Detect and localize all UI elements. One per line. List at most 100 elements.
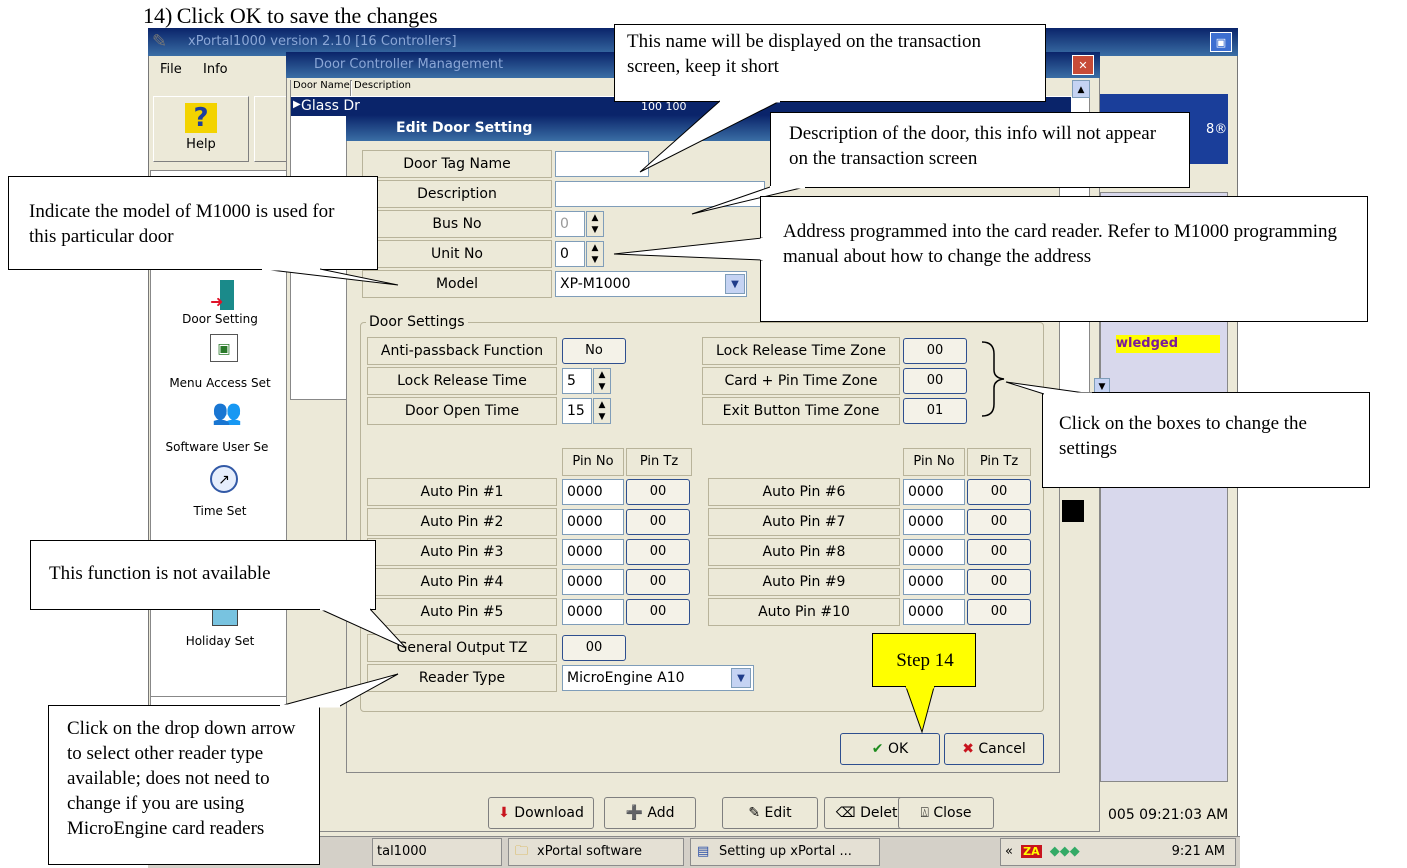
sidebar-item-menu-access[interactable]: Menu Access Set <box>150 376 290 390</box>
edit-button[interactable]: ✎ Edit <box>722 797 818 829</box>
cancel-button[interactable]: ✖ Cancel <box>944 733 1044 765</box>
auto-pin-number[interactable]: 0000 <box>903 569 965 595</box>
model-dropdown-arrow[interactable]: ▼ <box>725 274 745 294</box>
lock-release-spinner[interactable]: ▲ ▼ <box>593 368 611 394</box>
door-settings-title: Door Settings <box>366 314 468 330</box>
cp-tz-button[interactable]: 00 <box>903 368 967 394</box>
zonealarm-icon[interactable]: ZA <box>1021 845 1042 858</box>
auto-pin-tz-button[interactable]: 00 <box>967 569 1031 595</box>
auto-pin-tz-button[interactable]: 00 <box>626 569 690 595</box>
taskbar-item-label: Setting up xPortal ... <box>719 844 852 859</box>
auto-pin-number[interactable]: 0000 <box>562 569 624 595</box>
help-button[interactable]: ? Help <box>153 96 249 162</box>
door-tag-label: Door Tag Name <box>362 150 552 178</box>
bus-no-spinner[interactable]: ▲ ▼ <box>586 211 604 237</box>
unit-no-spinner[interactable]: ▲ ▼ <box>586 241 604 267</box>
auto-pin-tz-button[interactable]: 00 <box>967 599 1031 625</box>
unit-no-input[interactable]: 0 <box>555 241 585 267</box>
main-window-title: xPortal1000 version 2.10 [16 Controllers… <box>188 34 457 49</box>
auto-pin-tz-button[interactable]: 00 <box>626 599 690 625</box>
auto-pin-label: Auto Pin #6 <box>708 478 900 506</box>
software-user-icon: 👥 <box>212 398 242 426</box>
close-door-icon: ⍍ <box>920 805 929 821</box>
door-open-input[interactable]: 15 <box>562 398 592 424</box>
add-icon: ➕ <box>625 805 643 821</box>
callout-step-pointer <box>905 686 935 734</box>
add-label: Add <box>647 805 675 821</box>
maximize-button[interactable]: ▣ <box>1210 32 1232 52</box>
reader-type-select[interactable]: MicroEngine A10 <box>562 665 754 691</box>
close-label: Close <box>933 805 972 821</box>
callout-dropdown-pointer <box>279 673 399 708</box>
auto-pin-tz-button[interactable]: 00 <box>626 539 690 565</box>
download-label: Download <box>514 805 584 821</box>
download-button[interactable]: ⬇ Download <box>488 797 594 829</box>
auto-pin-number[interactable]: 0000 <box>562 539 624 565</box>
row-door-name: Glass Dr <box>301 98 360 114</box>
auto-pin-tz-button[interactable]: 00 <box>626 509 690 535</box>
auto-pin-number[interactable]: 0000 <box>903 509 965 535</box>
eb-tz-button[interactable]: 01 <box>903 398 967 424</box>
sidebar-item-time-set[interactable]: Time Set <box>150 504 290 518</box>
tray-expand-icon[interactable]: « <box>1005 844 1013 859</box>
lr-tz-button[interactable]: 00 <box>903 338 967 364</box>
menu-info[interactable]: Info <box>203 62 228 77</box>
auto-pin-number[interactable]: 0000 <box>903 599 965 625</box>
callout-address: Address programmed into the card reader.… <box>760 196 1368 322</box>
pin-no-header-left: Pin No <box>562 448 624 476</box>
auto-pin-tz-button[interactable]: 00 <box>967 539 1031 565</box>
auto-pin-number[interactable]: 0000 <box>903 539 965 565</box>
pin-tz-header-right: Pin Tz <box>967 448 1031 476</box>
auto-pin-tz-button[interactable]: 00 <box>967 479 1031 505</box>
antipassback-button[interactable]: No <box>562 338 626 364</box>
sidebar-item-door-setting[interactable]: Door Setting <box>150 312 290 326</box>
auto-pin-tz-button[interactable]: 00 <box>626 479 690 505</box>
clock-icon: ↗ <box>210 465 238 493</box>
brand-mark: 8® <box>1206 122 1228 137</box>
menu-access-icon: ▣ <box>210 334 238 362</box>
auto-pin-number[interactable]: 0000 <box>562 599 624 625</box>
lock-release-input[interactable]: 5 <box>562 368 592 394</box>
door-mgmt-close-button[interactable]: ✕ <box>1072 55 1094 75</box>
model-select[interactable]: XP-M1000 <box>555 271 747 297</box>
model-value: XP-M1000 <box>560 276 631 292</box>
folder-icon: 🗀 <box>515 844 529 859</box>
add-button[interactable]: ➕ Add <box>604 797 696 829</box>
auto-pin-number[interactable]: 0000 <box>562 479 624 505</box>
sidebar-item-software-user[interactable]: Software User Se <box>147 440 287 454</box>
unit-no-label: Unit No <box>362 240 552 268</box>
lr-tz-label: Lock Release Time Zone <box>702 337 900 365</box>
word-doc-icon: ▤ <box>697 844 710 859</box>
callout-not-available-pointer <box>319 608 407 649</box>
auto-pin-number[interactable]: 0000 <box>903 479 965 505</box>
reader-type-value: MicroEngine A10 <box>567 670 685 686</box>
callout-step-label: Step 14 <box>896 650 954 671</box>
callout-dropdown: Click on the drop down arrow to select o… <box>48 705 320 865</box>
sidebar-item-holiday-set[interactable]: Holiday Set <box>150 634 290 648</box>
menu-file[interactable]: File <box>160 62 182 77</box>
bus-no-input[interactable]: 0 <box>555 211 585 237</box>
grid-header-door-name[interactable]: Door Name <box>291 80 351 96</box>
reader-type-dropdown-arrow[interactable]: ▼ <box>731 668 751 688</box>
ok-button[interactable]: ✔ OK <box>840 733 940 765</box>
general-output-button[interactable]: 00 <box>562 635 626 661</box>
auto-pin-label: Auto Pin #4 <box>367 568 557 596</box>
door-open-spinner[interactable]: ▲ ▼ <box>593 398 611 424</box>
taskbar-item-folder[interactable]: 🗀 xPortal software <box>508 838 684 866</box>
callout-boxes-pointer <box>1005 381 1093 396</box>
door-mgmt-title: Door Controller Management <box>314 57 504 72</box>
callout-model-pointer <box>261 268 399 286</box>
taskbar-item-xportal1000[interactable]: tal1000 <box>372 838 502 866</box>
download-icon: ⬇ <box>498 805 510 821</box>
auto-pin-tz-button[interactable]: 00 <box>967 509 1031 535</box>
taskbar-item-word[interactable]: ▤ Setting up xPortal ... <box>690 838 880 866</box>
auto-pin-number[interactable]: 0000 <box>562 509 624 535</box>
edit-door-title: Edit Door Setting <box>396 120 533 136</box>
scroll-up-button[interactable]: ▲ <box>1072 80 1090 98</box>
close-button[interactable]: ⍍ Close <box>898 797 994 829</box>
eb-tz-label: Exit Button Time Zone <box>702 397 900 425</box>
ok-label: OK <box>887 741 909 757</box>
lock-release-label: Lock Release Time <box>367 367 557 395</box>
pin-no-header-right: Pin No <box>903 448 965 476</box>
callout-not-available: This function is not available <box>30 540 376 610</box>
